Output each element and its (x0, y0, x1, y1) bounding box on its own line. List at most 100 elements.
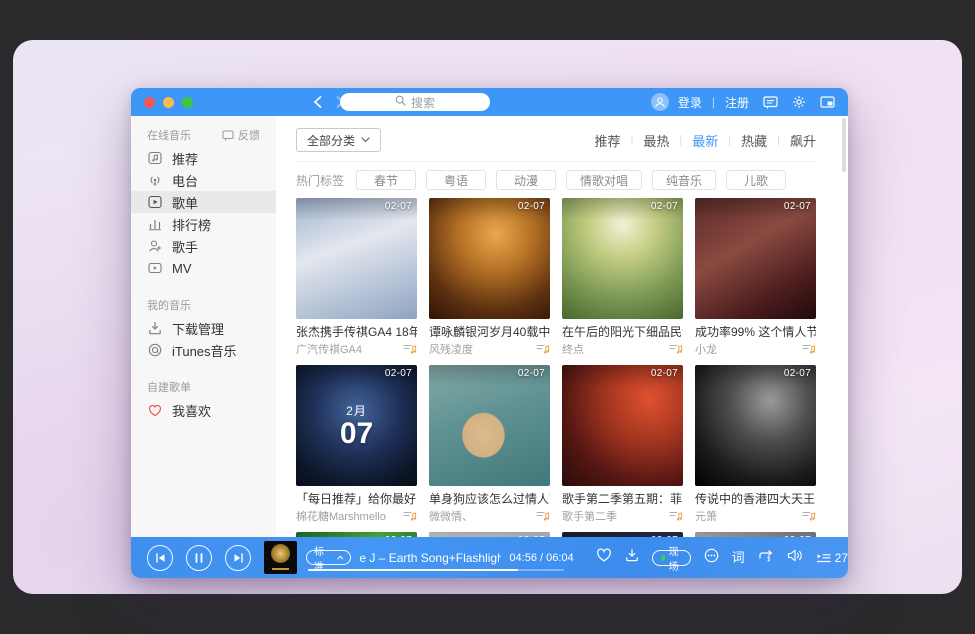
playlist-card[interactable]: 2月 07 02-07 「每日推荐」给你最好... 棉花糖Marshmello (296, 365, 417, 524)
more-options-icon[interactable] (704, 548, 719, 568)
quality-selector[interactable]: 标准 (306, 550, 351, 565)
add-to-playlist-icon[interactable] (536, 510, 550, 522)
play-queue-icon (816, 552, 831, 564)
card-title[interactable]: 谭咏麟银河岁月40载中... (429, 325, 550, 339)
card-creator[interactable]: 棉花糖Marshmello (296, 508, 386, 524)
sort-tab-collected[interactable]: 热藏 (741, 131, 767, 150)
sort-tab-hottest[interactable]: 最热 (643, 131, 669, 150)
tag-cantonese[interactable]: 粤语 (426, 170, 486, 190)
scrollbar-thumb[interactable] (842, 118, 846, 172)
card-title[interactable]: 在午后的阳光下细品民谣 (562, 325, 683, 339)
sort-tab-soaring[interactable]: 飙升 (790, 131, 816, 150)
sidebar-item-mv[interactable]: MV (131, 257, 276, 279)
add-to-playlist-icon[interactable] (403, 343, 417, 355)
sidebar-item-label: 歌手 (172, 237, 198, 256)
playlist-cover[interactable]: 02-07 (296, 198, 417, 319)
playlist-card[interactable]: 02-07 谭咏麟银河岁月40载中... 风残凌度 (429, 198, 550, 357)
category-dropdown[interactable]: 全部分类 (296, 128, 381, 152)
favorite-heart-icon[interactable] (596, 548, 612, 567)
tag-spring-festival[interactable]: 春节 (356, 170, 416, 190)
card-date: 02-07 (651, 368, 678, 379)
playlist-card[interactable]: 02-07 张杰携手传祺GA4 18年... 广汽传祺GA4 (296, 198, 417, 357)
progress-bar[interactable] (308, 569, 564, 571)
zoom-window-button[interactable] (182, 97, 193, 108)
add-to-playlist-icon[interactable] (536, 343, 550, 355)
card-creator[interactable]: 歌手第二季 (562, 508, 617, 524)
register-link[interactable]: 注册 (725, 94, 749, 111)
playlist-cover[interactable]: 02-07 (562, 365, 683, 486)
sort-tab-newest[interactable]: 最新 (692, 131, 718, 150)
close-window-button[interactable] (144, 97, 155, 108)
volume-icon[interactable] (787, 549, 803, 567)
card-title[interactable]: 「每日推荐」给你最好... (296, 492, 417, 506)
pause-button[interactable] (186, 545, 212, 571)
sidebar-item-artists[interactable]: 歌手 (131, 235, 276, 257)
avatar[interactable] (651, 93, 669, 111)
download-song-icon[interactable] (625, 548, 639, 567)
feedback-button[interactable]: 反馈 (222, 127, 260, 143)
playlist-cover[interactable]: 02-07 (695, 198, 816, 319)
tag-anime[interactable]: 动漫 (496, 170, 556, 190)
sidebar-item-downloads[interactable]: 下载管理 (131, 317, 276, 339)
category-dropdown-label: 全部分类 (307, 132, 355, 149)
playlist-cover[interactable]: 02-07 (429, 365, 550, 486)
download-icon (148, 321, 162, 335)
login-link[interactable]: 登录 (678, 94, 702, 111)
card-creator[interactable]: 终点 (562, 341, 584, 357)
sidebar-item-recommend[interactable]: 推荐 (131, 147, 276, 169)
card-creator[interactable]: 风残凌度 (429, 341, 473, 357)
sidebar-item-label: 歌单 (172, 193, 198, 212)
card-title[interactable]: 歌手第二季第五期：菲... (562, 492, 683, 506)
settings-gear-icon[interactable] (792, 95, 806, 109)
sidebar-item-favorites[interactable]: 我喜欢 (131, 399, 276, 421)
lyrics-button[interactable]: 词 (732, 551, 745, 564)
next-track-button[interactable] (225, 545, 251, 571)
minimize-window-button[interactable] (163, 97, 174, 108)
add-to-playlist-icon[interactable] (802, 343, 816, 355)
album-art[interactable] (264, 541, 297, 574)
card-creator[interactable]: 小龙 (695, 341, 717, 357)
message-icon[interactable] (763, 96, 778, 109)
playlist-card[interactable]: 02-07 传说中的香港四大天王 元箫 (695, 365, 816, 524)
repeat-mode-icon[interactable] (758, 549, 774, 567)
sort-tab-recommend[interactable]: 推荐 (594, 131, 620, 150)
add-to-playlist-icon[interactable] (403, 510, 417, 522)
previous-track-button[interactable] (147, 545, 173, 571)
card-date: 02-07 (518, 368, 545, 379)
card-title[interactable]: 成功率99% 这个情人节... (695, 325, 816, 339)
playlist-cover[interactable]: 2月 07 02-07 (296, 365, 417, 486)
add-to-playlist-icon[interactable] (669, 510, 683, 522)
back-button[interactable] (313, 96, 322, 108)
mini-player-icon[interactable] (820, 96, 835, 108)
tag-love-duet[interactable]: 情歌对唱 (566, 170, 642, 190)
card-creator[interactable]: 元箫 (695, 508, 717, 524)
song-title[interactable]: e J – Earth Song+Flashlight (Li (359, 551, 501, 565)
card-creator[interactable]: 微微情、 (429, 508, 473, 524)
sidebar-item-itunes[interactable]: iTunes音乐 (131, 339, 276, 361)
live-version-toggle[interactable]: 现场 (652, 550, 691, 566)
traffic-lights (144, 97, 193, 108)
playlist-card[interactable]: 02-07 单身狗应该怎么过情人节 微微情、 (429, 365, 550, 524)
sidebar-item-radio[interactable]: 电台 (131, 169, 276, 191)
play-queue-button[interactable]: 27 (816, 551, 848, 565)
add-to-playlist-icon[interactable] (669, 343, 683, 355)
playlist-card[interactable]: 02-07 歌手第二季第五期：菲... 歌手第二季 (562, 365, 683, 524)
card-title[interactable]: 单身狗应该怎么过情人节 (429, 492, 550, 506)
playlist-cover[interactable]: 02-07 (562, 198, 683, 319)
playlist-cover[interactable]: 02-07 (429, 198, 550, 319)
card-title[interactable]: 传说中的香港四大天王 (695, 492, 816, 506)
add-to-playlist-icon[interactable] (802, 510, 816, 522)
live-dot (661, 555, 665, 561)
playlist-card[interactable]: 02-07 在午后的阳光下细品民谣 终点 (562, 198, 683, 357)
tag-instrumental[interactable]: 纯音乐 (652, 170, 716, 190)
itunes-icon (148, 343, 162, 357)
playlist-card[interactable]: 02-07 成功率99% 这个情人节... 小龙 (695, 198, 816, 357)
card-title[interactable]: 张杰携手传祺GA4 18年... (296, 325, 417, 339)
playlist-icon (148, 195, 162, 209)
card-creator[interactable]: 广汽传祺GA4 (296, 341, 362, 357)
playlist-cover[interactable]: 02-07 (695, 365, 816, 486)
sidebar-item-playlists[interactable]: 歌单 (131, 191, 276, 213)
search-input[interactable]: 搜索 (340, 93, 490, 111)
sidebar-item-charts[interactable]: 排行榜 (131, 213, 276, 235)
tag-children[interactable]: 儿歌 (726, 170, 786, 190)
